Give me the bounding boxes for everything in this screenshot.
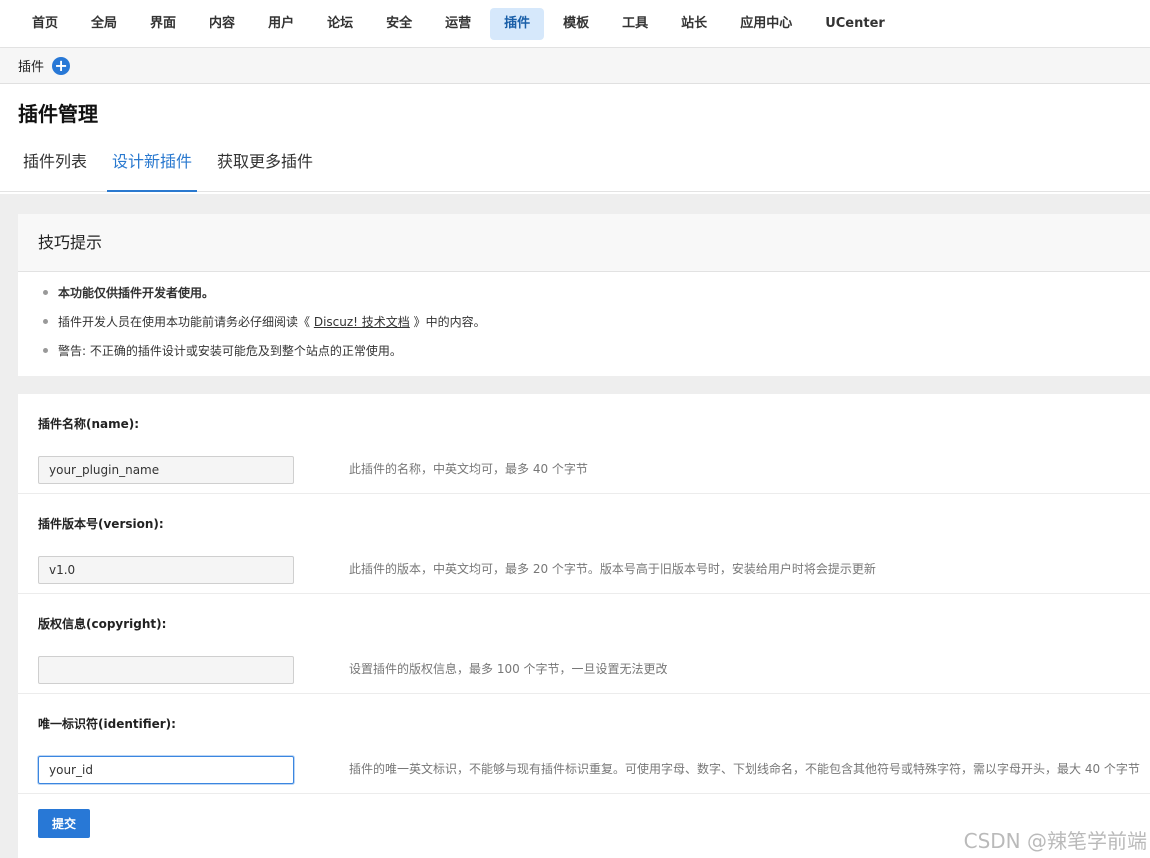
nav-item-tools[interactable]: 工具	[608, 8, 662, 40]
field-label: 插件版本号(version):	[38, 517, 164, 531]
sub-bar: 插件 +	[0, 48, 1150, 84]
main-content: 技巧提示 本功能仅供插件开发者使用。 插件开发人员在使用本功能前请务必仔细阅读《…	[0, 194, 1150, 858]
nav-item-forum[interactable]: 论坛	[313, 8, 367, 40]
tip-item: 本功能仅供插件开发者使用。	[42, 282, 1150, 311]
tip-item: 插件开发人员在使用本功能前请务必仔细阅读《 Discuz! 技术文档 》中的内容…	[42, 311, 1150, 340]
field-hint: 此插件的名称，中英文均可，最多 40 个字节	[349, 462, 588, 476]
tab-design-new-plugin[interactable]: 设计新插件	[107, 142, 198, 192]
submit-button[interactable]: 提交	[38, 809, 90, 838]
field-label: 插件名称(name):	[38, 417, 140, 431]
page-header: 插件管理 插件列表 设计新插件 获取更多插件	[0, 84, 1150, 192]
field-hint: 此插件的版本，中英文均可，最多 20 个字节。版本号高于旧版本号时，安装给用户时…	[349, 562, 876, 576]
plugin-version-input[interactable]	[38, 556, 294, 584]
tips-panel: 技巧提示 本功能仅供插件开发者使用。 插件开发人员在使用本功能前请务必仔细阅读《…	[18, 214, 1150, 376]
nav-item-plugins[interactable]: 插件	[490, 7, 545, 40]
tip-item: 警告: 不正确的插件设计或安装可能危及到整个站点的正常使用。	[42, 340, 1150, 369]
plugin-copyright-input[interactable]	[38, 656, 294, 684]
tip-text-suffix: 》中的内容。	[413, 315, 486, 329]
top-nav: 首页 全局 界面 内容 用户 论坛 安全 运营 插件 模板 工具 站长 应用中心…	[0, 0, 1150, 48]
nav-item-security[interactable]: 安全	[372, 8, 426, 40]
form-row-identifier: 唯一标识符(identifier): 插件的唯一英文标识，不能够与现有插件标识重…	[18, 694, 1150, 794]
field-label: 版权信息(copyright):	[38, 617, 167, 631]
nav-item-global[interactable]: 全局	[77, 8, 131, 40]
form-row-name: 插件名称(name): 此插件的名称，中英文均可，最多 40 个字节	[18, 394, 1150, 494]
watermark: CSDN @辣笔学前端	[963, 829, 1147, 853]
page-title: 插件管理	[18, 102, 98, 126]
tips-title: 技巧提示	[18, 214, 1150, 272]
nav-item-ucenter[interactable]: UCenter	[811, 8, 899, 40]
tab-plugin-list[interactable]: 插件列表	[18, 142, 92, 192]
nav-item-home[interactable]: 首页	[18, 8, 72, 40]
nav-item-operations[interactable]: 运营	[431, 8, 485, 40]
nav-item-templates[interactable]: 模板	[549, 8, 603, 40]
field-hint: 设置插件的版权信息，最多 100 个字节，一旦设置无法更改	[349, 662, 668, 676]
form-row-copyright: 版权信息(copyright): 设置插件的版权信息，最多 100 个字节，一旦…	[18, 594, 1150, 694]
plus-circle-icon[interactable]: +	[52, 56, 71, 75]
nav-item-webmaster[interactable]: 站长	[667, 8, 721, 40]
field-label: 唯一标识符(identifier):	[38, 717, 176, 731]
sub-bar-label: 插件	[18, 60, 45, 75]
tips-list: 本功能仅供插件开发者使用。 插件开发人员在使用本功能前请务必仔细阅读《 Disc…	[18, 272, 1150, 376]
tab-bar: 插件列表 设计新插件 获取更多插件	[18, 142, 1132, 192]
form-row-version: 插件版本号(version): 此插件的版本，中英文均可，最多 20 个字节。版…	[18, 494, 1150, 594]
plugin-identifier-input[interactable]	[38, 756, 294, 784]
plugin-name-input[interactable]	[38, 456, 294, 484]
tip-text: 插件开发人员在使用本功能前请务必仔细阅读《	[58, 315, 311, 329]
doc-link[interactable]: Discuz! 技术文档	[314, 315, 410, 329]
nav-item-interface[interactable]: 界面	[136, 8, 190, 40]
field-hint: 插件的唯一英文标识，不能够与现有插件标识重复。可使用字母、数字、下划线命名，不能…	[349, 762, 1140, 776]
nav-item-content[interactable]: 内容	[195, 8, 249, 40]
nav-item-users[interactable]: 用户	[254, 8, 308, 40]
plugin-form: 插件名称(name): 此插件的名称，中英文均可，最多 40 个字节 插件版本号…	[18, 394, 1150, 858]
tab-get-more-plugins[interactable]: 获取更多插件	[212, 142, 318, 192]
nav-item-app-center[interactable]: 应用中心	[726, 8, 806, 40]
